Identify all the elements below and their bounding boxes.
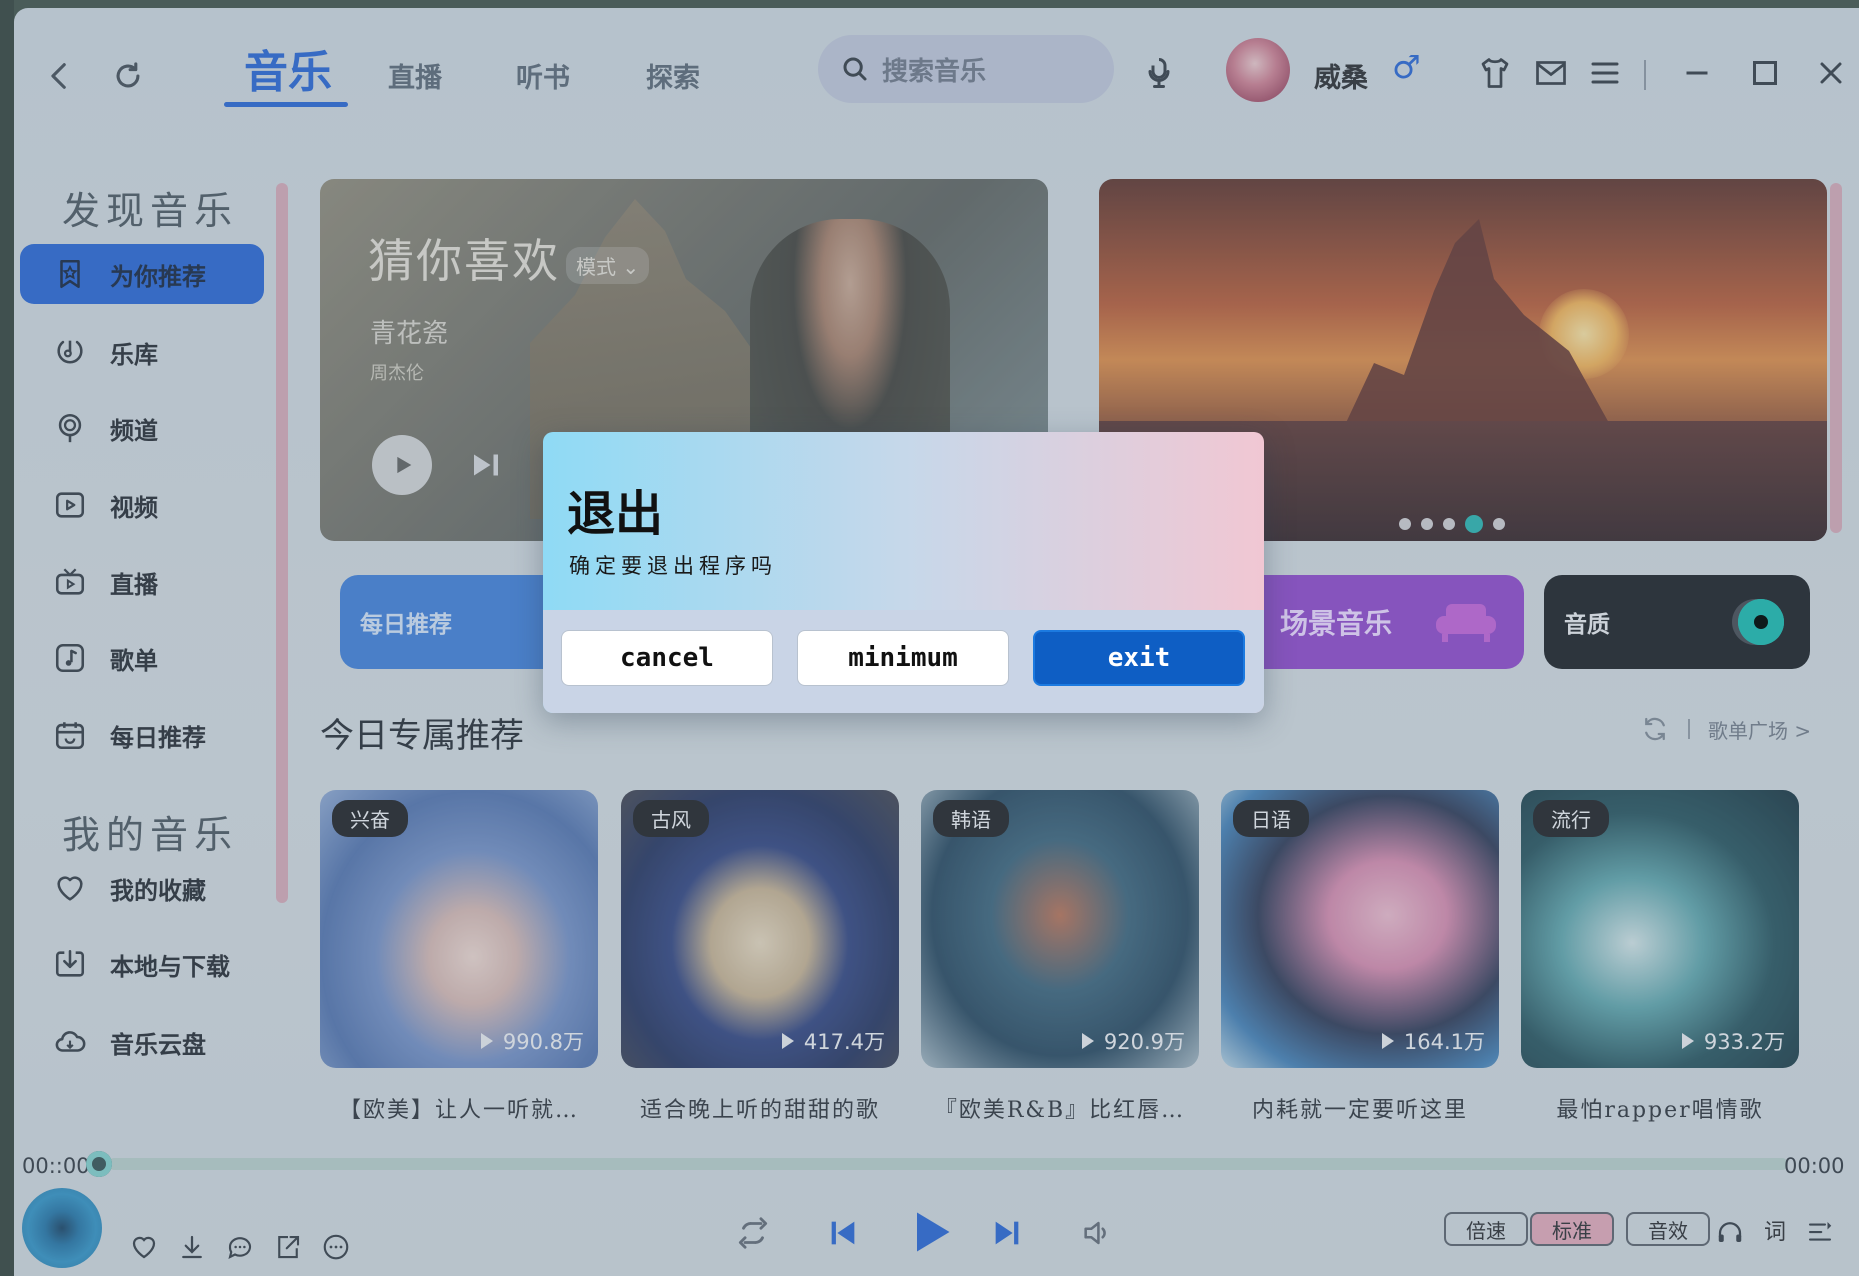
dialog-title: 退出 (567, 486, 664, 542)
exit-button[interactable]: exit (1033, 630, 1245, 686)
dialog-message: 确定要退出程序吗 (569, 554, 777, 578)
minimize-to-tray-button[interactable]: minimum (797, 630, 1009, 686)
cancel-button[interactable]: cancel (561, 630, 773, 686)
exit-dialog: 退出 确定要退出程序吗 cancel minimum exit (543, 432, 1264, 713)
dialog-footer: cancel minimum exit (543, 610, 1264, 713)
